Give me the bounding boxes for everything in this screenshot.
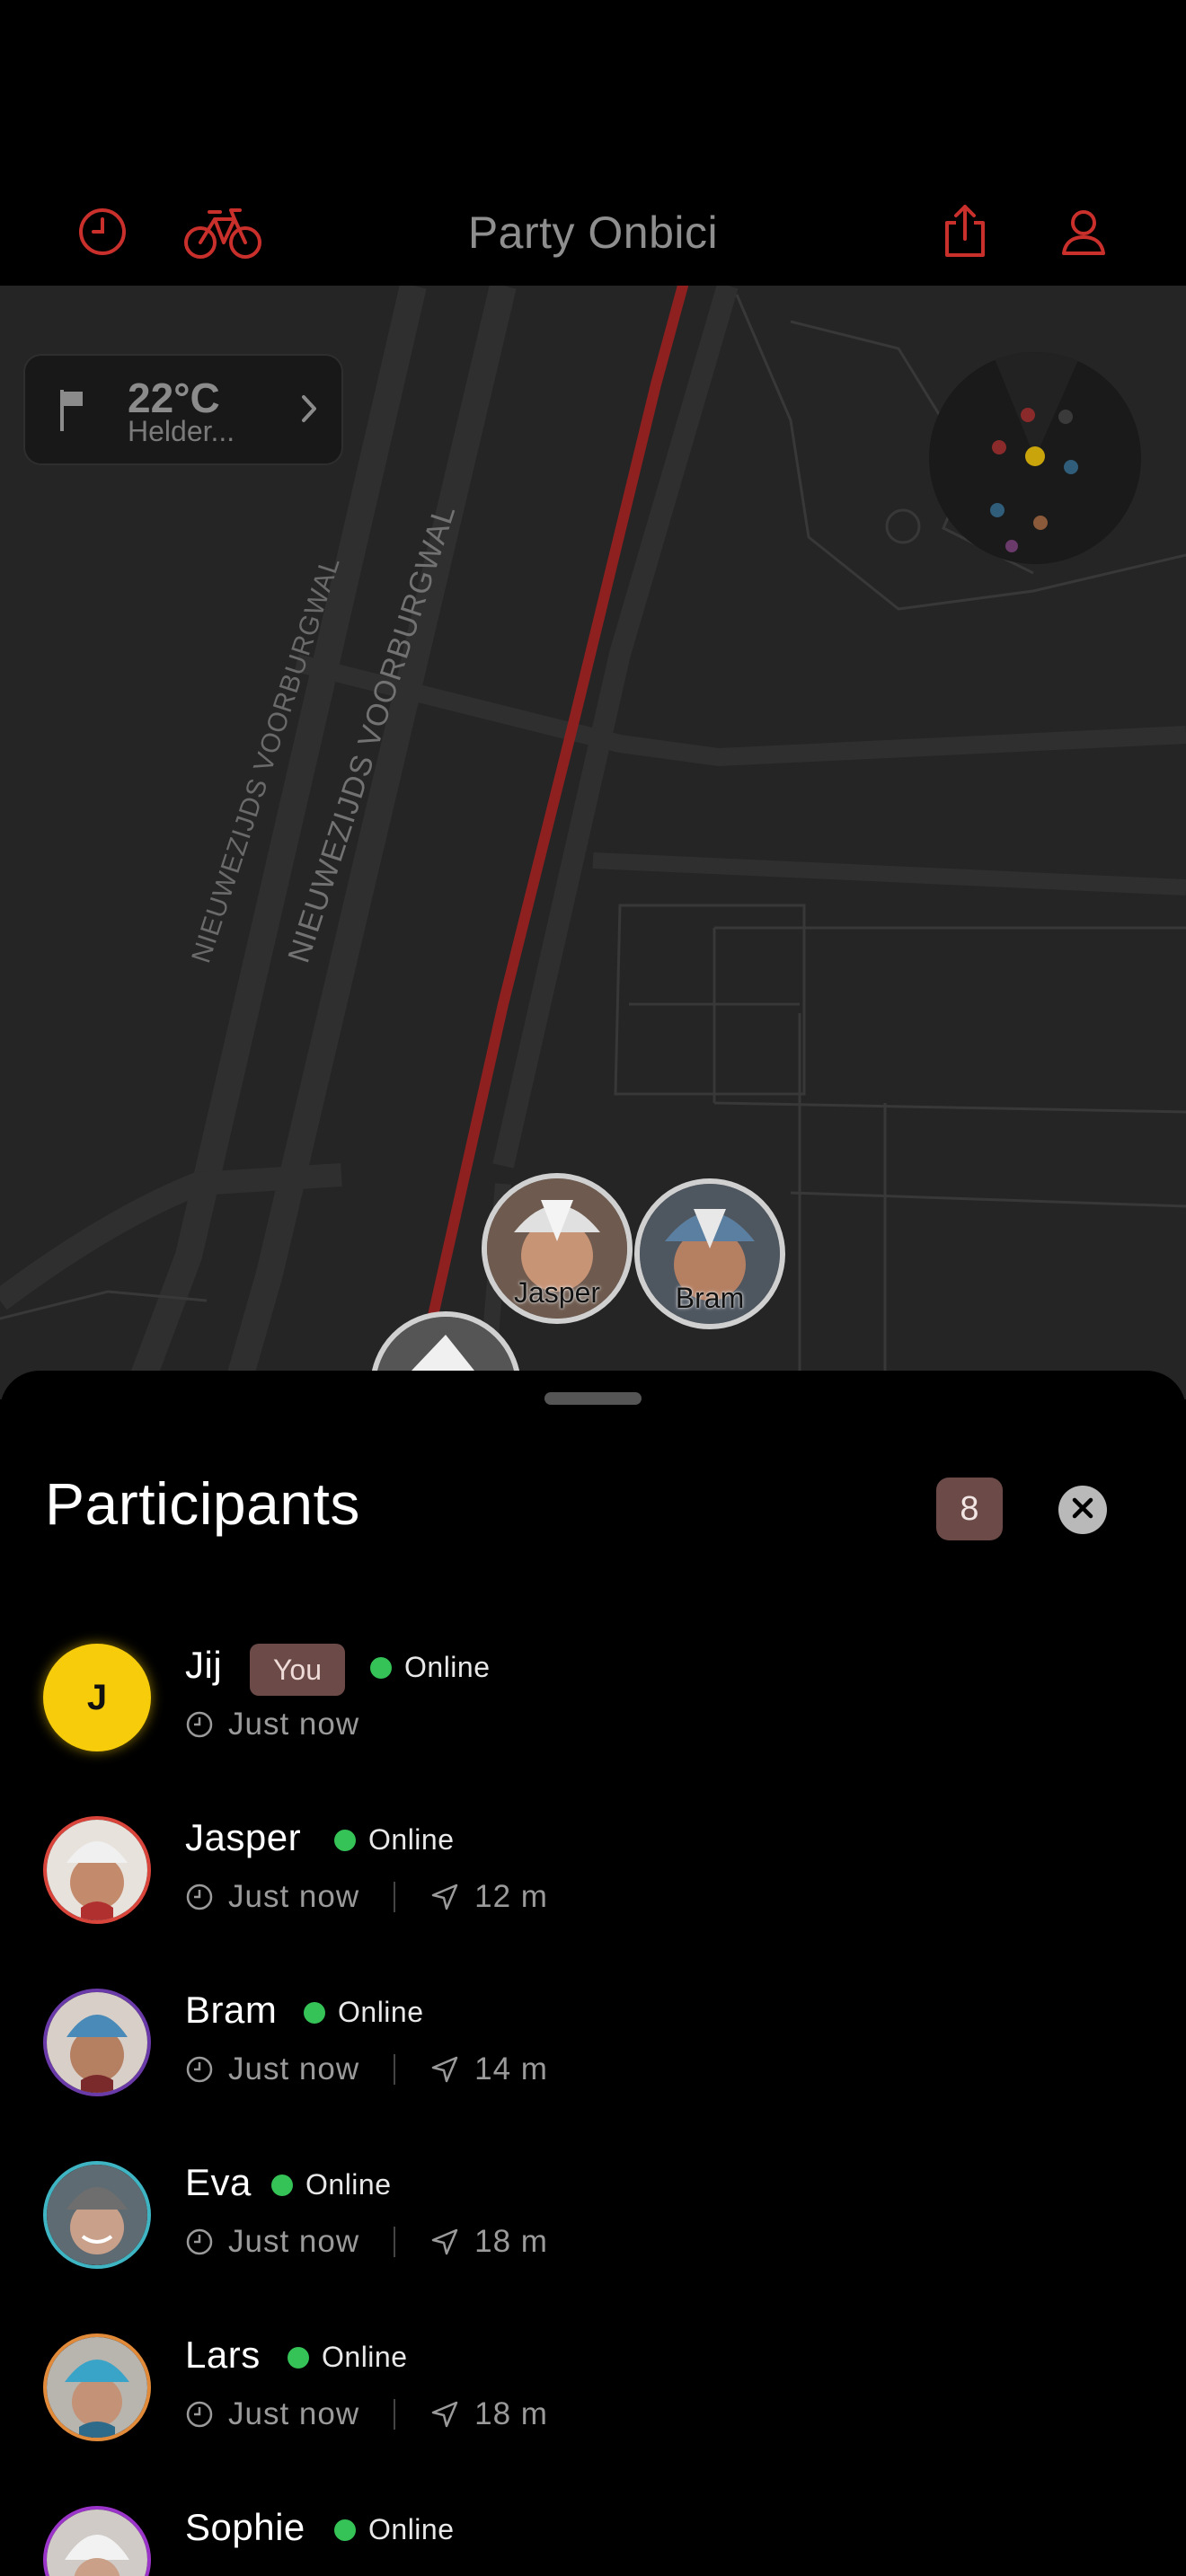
list-item-participant[interactable]: Eva Online Just now 18 m: [0, 2161, 1186, 2333]
clock-icon: [186, 1711, 213, 1738]
participant-meta: Just now 18 m: [185, 2224, 548, 2260]
last-seen: Just now: [228, 2051, 360, 2086]
map-pin-jasper[interactable]: Jasper: [482, 1173, 633, 1324]
sheet-title: Participants: [45, 1470, 360, 1537]
last-seen: Just now: [228, 1879, 360, 1914]
avatar: [43, 2161, 151, 2269]
clock-icon: [186, 2401, 213, 2428]
avatar-photo: [47, 2510, 147, 2576]
navigation-arrow-icon: [431, 2228, 458, 2255]
radar-dot: [1005, 540, 1018, 552]
profile-button[interactable]: [1048, 198, 1120, 269]
online-label: Online: [338, 1996, 424, 2028]
list-item-participant[interactable]: Jasper Online Just now 12 m: [0, 1816, 1186, 1989]
navigation-arrow-icon: [431, 2056, 458, 2083]
sheet-drag-handle[interactable]: [544, 1392, 642, 1405]
status-bar-area: [0, 0, 1186, 180]
online-label: Online: [305, 2168, 392, 2201]
online-status: Online: [288, 2341, 408, 2374]
online-dot: [334, 2519, 356, 2541]
radar-dot: [990, 503, 1005, 517]
close-icon: [1071, 1496, 1094, 1524]
online-label: Online: [322, 2341, 408, 2373]
share-button[interactable]: [929, 198, 1001, 269]
last-seen: Just now: [228, 2224, 360, 2259]
chevron-right-icon: [300, 393, 318, 428]
online-dot: [288, 2346, 309, 2369]
distance: 12 m: [474, 1879, 548, 1914]
avatar-photo: [47, 2337, 147, 2438]
avatar: [43, 1989, 151, 2096]
online-status: Online: [334, 1823, 455, 1857]
avatar-photo: [47, 1820, 147, 1920]
participant-name: Jasper: [185, 1816, 302, 1858]
distance: 18 m: [474, 2396, 548, 2431]
radar-dot-self: [1025, 446, 1045, 466]
clock-icon: [186, 2056, 213, 2083]
online-status: Online: [271, 2168, 392, 2201]
radar-dot: [1021, 408, 1035, 422]
map-pin-bram[interactable]: Bram: [634, 1178, 785, 1329]
list-item-participant[interactable]: J Jij You Online Just now: [0, 1644, 1186, 1816]
participant-name: Eva: [185, 2161, 252, 2203]
online-dot: [334, 1829, 356, 1851]
meta-divider: [394, 2054, 396, 2085]
group-radar[interactable]: [929, 352, 1141, 564]
distance: 18 m: [474, 2224, 548, 2259]
last-seen: Just now: [228, 2396, 360, 2431]
avatar: [43, 2506, 151, 2576]
online-dot: [370, 1656, 392, 1679]
you-badge: You: [250, 1644, 345, 1696]
participant-name: Lars: [185, 2333, 261, 2376]
online-label: Online: [404, 1651, 491, 1683]
online-status: Online: [304, 1996, 424, 2029]
weather-widget[interactable]: 22°C Helder...: [23, 354, 343, 465]
avatar-initial: J: [86, 1677, 108, 1717]
map-pin-label: Bram: [675, 1282, 745, 1314]
radar-dot: [1058, 410, 1073, 424]
participant-meta: Just now 18 m: [185, 2396, 548, 2432]
participant-meta: Just now: [185, 1707, 359, 1742]
online-label: Online: [368, 2513, 455, 2545]
meta-divider: [394, 2399, 396, 2430]
online-dot: [271, 2174, 293, 2196]
participant-meta: Just now 12 m: [185, 1879, 548, 1915]
list-item-participant[interactable]: Lars Online Just now 18 m: [0, 2333, 1186, 2506]
online-status: Online: [334, 2513, 455, 2546]
participant-name: Jij: [185, 1644, 223, 1686]
map-pin-label: Jasper: [513, 1276, 601, 1309]
participant-count-badge: 8: [936, 1478, 1003, 1540]
avatar-photo: [47, 1992, 147, 2093]
page-title: Party Onbici: [467, 207, 719, 258]
navigation-arrow-icon: [431, 1883, 458, 1910]
clock-icon: [186, 1883, 213, 1910]
participant-meta: Just now 14 m: [185, 2051, 548, 2087]
avatar: [43, 2333, 151, 2441]
distance: 14 m: [474, 2051, 548, 2086]
online-dot: [304, 2001, 325, 2024]
meta-divider: [394, 1882, 396, 1912]
radar-dot: [1033, 516, 1048, 530]
online-status: Online: [370, 1651, 491, 1684]
avatar-photo: [47, 2165, 147, 2265]
participant-name: Bram: [185, 1989, 278, 2031]
avatar: [43, 1816, 151, 1924]
list-item-participant[interactable]: Sophie Online: [0, 2506, 1186, 2576]
online-label: Online: [368, 1823, 455, 1856]
share-icon: [940, 203, 990, 265]
meta-divider: [394, 2227, 396, 2257]
flag-icon: [58, 388, 88, 437]
radar-dot: [1064, 460, 1078, 474]
person-icon: [1058, 207, 1109, 261]
navigation-arrow-icon: [431, 2401, 458, 2428]
last-seen: Just now: [228, 1707, 360, 1742]
participant-name: Sophie: [185, 2506, 305, 2548]
top-bar: Party Onbici: [0, 180, 1186, 286]
list-item-participant[interactable]: Bram Online Just now 14 m: [0, 1989, 1186, 2161]
radar-dot: [992, 440, 1006, 454]
weather-condition: Helder...: [128, 415, 235, 447]
close-button[interactable]: [1058, 1486, 1107, 1534]
clock-icon: [186, 2228, 213, 2255]
avatar: J: [43, 1644, 151, 1751]
